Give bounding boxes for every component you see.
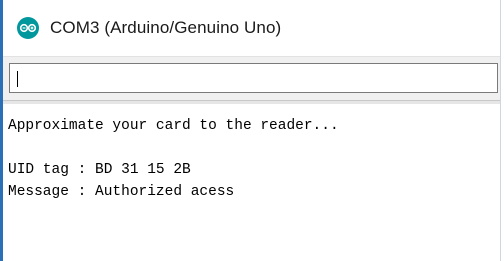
output-line: UID tag : BD 31 15 2B	[8, 162, 191, 178]
output-line: Message : Authorized acess	[8, 184, 235, 200]
window-title: COM3 (Arduino/Genuino Uno)	[50, 18, 282, 37]
send-input[interactable]	[9, 63, 498, 93]
window-frame-right	[500, 0, 504, 261]
send-bar	[3, 56, 500, 100]
serial-monitor-window: COM3 (Arduino/Genuino Uno) Approximate y…	[0, 0, 504, 261]
text-caret	[17, 71, 18, 87]
arduino-icon	[17, 17, 39, 39]
title-bar[interactable]: COM3 (Arduino/Genuino Uno)	[3, 0, 500, 56]
serial-output[interactable]: Approximate your card to the reader... U…	[3, 104, 500, 261]
output-line: Approximate your card to the reader...	[8, 118, 339, 134]
